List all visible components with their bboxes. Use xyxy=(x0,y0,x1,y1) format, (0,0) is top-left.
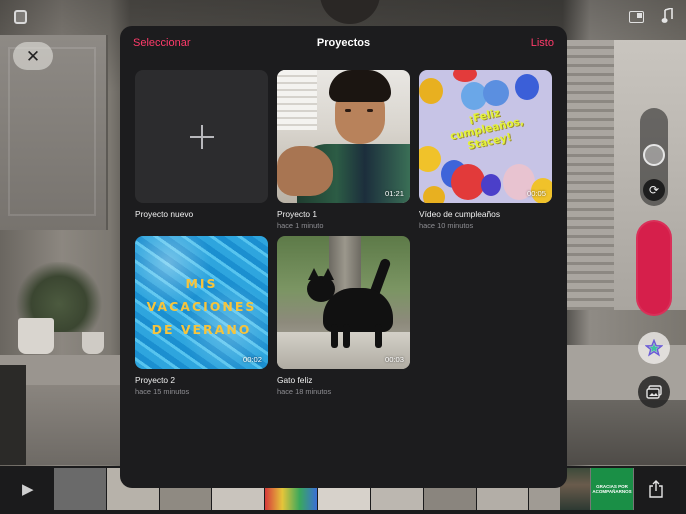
project-title: Proyecto 1 xyxy=(277,209,318,219)
timeline-frame xyxy=(54,468,106,510)
done-button[interactable]: Listo xyxy=(531,37,554,49)
project-card-new[interactable]: Proyecto nuevo xyxy=(135,70,268,219)
thumb-hair xyxy=(329,70,391,102)
cat-ear xyxy=(322,268,334,280)
aspect-ratio-icon[interactable] xyxy=(628,9,644,25)
balloon xyxy=(515,74,539,100)
modal-header: Seleccionar Proyectos Listo xyxy=(120,26,567,62)
play-icon: ▶ xyxy=(22,481,34,498)
project-title: Gato feliz xyxy=(277,375,313,385)
cup xyxy=(82,332,104,354)
balloon xyxy=(423,186,445,203)
vacation-line: DE VERANO xyxy=(151,322,252,337)
project-card[interactable]: ¡Feliz cumpleaños, Stacey! 00:05 Vídeo d… xyxy=(419,70,552,230)
person-head-silhouette xyxy=(320,0,380,24)
project-thumbnail[interactable]: MIS VACACIONES DE VERANO 00:02 xyxy=(135,236,268,369)
close-button[interactable]: ✕ xyxy=(13,42,53,70)
project-thumbnail[interactable]: 01:21 xyxy=(277,70,410,203)
camera-flip-button[interactable]: ⟳ xyxy=(643,179,665,201)
project-thumbnail[interactable]: ¡Feliz cumpleaños, Stacey! 00:05 xyxy=(419,70,552,203)
project-modified: hace 10 minutos xyxy=(419,221,474,230)
camera-mode-button[interactable] xyxy=(643,144,665,166)
plant-pot xyxy=(18,318,54,354)
play-button[interactable]: ▶ xyxy=(22,480,38,498)
media-library-button[interactable] xyxy=(638,376,670,408)
effects-button[interactable] xyxy=(638,332,670,364)
balloon xyxy=(419,78,443,104)
cat-leg xyxy=(343,324,350,348)
balloon xyxy=(451,164,485,200)
camera-flip-icon: ⟳ xyxy=(648,183,660,197)
stove xyxy=(0,365,26,465)
cat-leg xyxy=(331,324,338,348)
square-stack-icon xyxy=(13,10,27,24)
appliance xyxy=(566,400,686,465)
projects-modal: Seleccionar Proyectos Listo Proyecto nue… xyxy=(120,26,567,488)
project-title: Vídeo de cumpleaños xyxy=(419,209,501,219)
balloon xyxy=(419,146,441,172)
duration-label: 01:21 xyxy=(384,189,404,198)
close-icon: ✕ xyxy=(25,46,41,66)
star-effects-icon xyxy=(645,339,663,357)
cat-leg xyxy=(375,324,382,348)
media-library-icon xyxy=(646,385,662,399)
music-note-icon[interactable] xyxy=(660,7,674,25)
project-card[interactable]: 00:03 Gato feliz hace 18 minutos xyxy=(277,236,410,396)
thumb-eye xyxy=(367,109,373,112)
timeline-end-card: GRACIAS POR ACOMPAÑARNOS xyxy=(591,468,633,510)
new-project-thumbnail[interactable] xyxy=(135,70,268,203)
project-title: Proyecto 2 xyxy=(135,375,176,385)
balloon xyxy=(481,174,501,196)
end-card-text: GRACIAS POR ACOMPAÑARNOS xyxy=(592,484,632,494)
thumb-eye xyxy=(345,109,351,112)
vacation-line: VACACIONES xyxy=(146,299,257,314)
balloon xyxy=(483,80,509,106)
share-button[interactable] xyxy=(646,478,666,500)
share-icon xyxy=(649,480,663,498)
window-shutter xyxy=(566,40,614,310)
balloon xyxy=(453,70,477,82)
project-thumbnail[interactable]: 00:03 xyxy=(277,236,410,369)
project-title: Proyecto nuevo xyxy=(135,209,194,219)
thumb-wall xyxy=(277,70,317,130)
layout-frame-icon xyxy=(628,11,644,23)
project-card[interactable]: 01:21 Proyecto 1 hace 1 minuto xyxy=(277,70,410,230)
project-card[interactable]: MIS VACACIONES DE VERANO 00:02 Proyecto … xyxy=(135,236,268,396)
music-note-glyph xyxy=(661,8,673,23)
record-button[interactable] xyxy=(636,220,672,316)
duration-label: 00:05 xyxy=(526,189,546,198)
thumb-hand xyxy=(277,146,333,196)
projects-icon[interactable] xyxy=(12,9,28,25)
duration-label: 00:02 xyxy=(242,355,262,364)
vacation-line: MIS xyxy=(185,276,218,291)
project-modified: hace 18 minutos xyxy=(277,387,332,396)
vacation-overlay-text: MIS VACACIONES DE VERANO xyxy=(135,272,268,341)
project-modified: hace 1 minuto xyxy=(277,221,324,230)
birthday-overlay-text: ¡Feliz cumpleaños, Stacey! xyxy=(449,107,525,153)
duration-label: 00:03 xyxy=(384,355,404,364)
project-modified: hace 15 minutos xyxy=(135,387,190,396)
cat-ear xyxy=(308,268,320,280)
plus-icon xyxy=(189,124,214,149)
modal-title: Proyectos xyxy=(316,37,371,49)
